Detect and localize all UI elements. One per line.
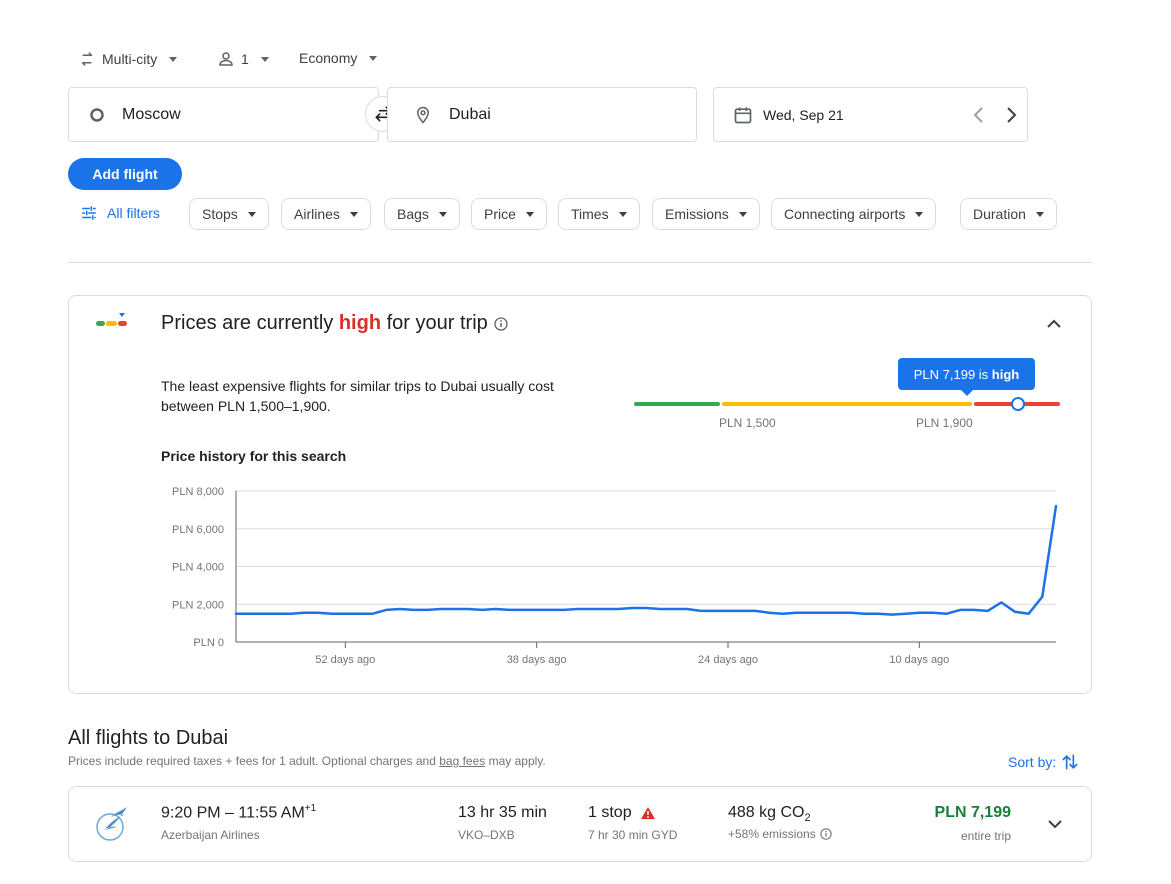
cabin-class-label: Economy — [299, 50, 358, 66]
x-tick-label: 24 days ago — [698, 654, 758, 666]
chevron-down-icon — [247, 211, 256, 217]
chevron-down-icon — [260, 56, 269, 62]
filter-chip-price[interactable]: Price — [471, 198, 547, 230]
price-insight-card: Prices are currently high for your trip … — [68, 295, 1092, 694]
bag-fees-link[interactable]: bag fees — [439, 754, 485, 768]
flight-emissions: 488 kg CO2 — [728, 804, 811, 824]
filter-chip-airlines[interactable]: Airlines — [281, 198, 371, 230]
price-history-chart: PLN 8,000 PLN 6,000 PLN 4,000 PLN 2,000 PLN … — [172, 486, 1058, 666]
x-tick-label: 52 days ago — [315, 654, 375, 666]
subtext-suffix: may apply. — [485, 754, 546, 768]
departure-date-value: Wed, Sep 21 — [763, 106, 844, 123]
sort-button[interactable]: Sort by: — [1008, 752, 1080, 772]
next-date-button[interactable] — [1004, 104, 1018, 129]
location-pin-icon — [416, 106, 430, 124]
filter-chip-emissions[interactable]: Emissions — [652, 198, 760, 230]
chevron-down-icon — [915, 211, 924, 217]
all-filters-button[interactable]: All filters — [80, 204, 160, 222]
all-filters-label: All filters — [107, 205, 160, 221]
add-flight-button[interactable]: Add flight — [68, 158, 182, 190]
calendar-icon — [734, 107, 752, 123]
y-tick-label: PLN 4,000 — [172, 562, 224, 574]
x-tick-label: 38 days ago — [507, 654, 567, 666]
flight-result-row[interactable]: 9:20 PM – 11:55 AM+1 Azerbaijan Airlines… — [68, 786, 1092, 862]
origin-circle-icon — [90, 107, 104, 122]
info-icon[interactable] — [820, 828, 832, 840]
flight-stops: 1 stop — [588, 804, 656, 822]
chip-label: Price — [484, 206, 516, 222]
passenger-selector[interactable]: 1 — [217, 50, 269, 68]
chip-label: Airlines — [294, 206, 340, 222]
origin-field[interactable]: Moscow — [68, 87, 379, 142]
y-tick-label: PLN 2,000 — [172, 599, 224, 611]
chevron-down-icon — [618, 211, 627, 217]
day-offset: +1 — [304, 803, 317, 814]
chip-label: Connecting airports — [784, 206, 906, 222]
filter-chip-connecting-airports[interactable]: Connecting airports — [771, 198, 937, 230]
warning-icon — [640, 807, 655, 819]
destination-field[interactable]: Dubai — [387, 87, 697, 142]
passenger-count: 1 — [241, 51, 249, 67]
results-heading: All flights to Dubai — [68, 727, 229, 749]
airline-name: Azerbaijan Airlines — [161, 828, 260, 842]
chevron-down-icon — [738, 211, 747, 217]
add-flight-label: Add flight — [92, 166, 158, 182]
filter-chip-stops[interactable]: Stops — [189, 198, 269, 230]
filter-chip-times[interactable]: Times — [558, 198, 640, 230]
tune-icon — [82, 206, 96, 220]
expand-chevron-down-icon[interactable] — [1047, 818, 1063, 830]
chevron-down-icon — [169, 56, 178, 62]
trip-type-selector[interactable]: Multi-city — [78, 50, 178, 68]
results-subtext: Prices include required taxes + fees for… — [68, 754, 546, 768]
sort-label: Sort by: — [1008, 754, 1057, 770]
chevron-right-icon — [1007, 107, 1017, 123]
swap-arrows-icon — [81, 52, 93, 66]
person-icon — [219, 52, 233, 66]
chevron-down-icon — [525, 211, 534, 217]
departure-date-field[interactable]: Wed, Sep 21 — [713, 87, 1028, 142]
subtext-prefix: Prices include required taxes + fees for… — [68, 754, 440, 768]
chevron-down-icon — [369, 55, 378, 61]
flight-price: PLN 7,199 — [934, 804, 1011, 821]
chip-label: Duration — [973, 206, 1026, 222]
filter-chip-duration[interactable]: Duration — [960, 198, 1057, 230]
previous-date-button[interactable] — [972, 104, 986, 129]
azerbaijan-airlines-logo — [96, 807, 127, 841]
flight-route: VKO–DXB — [458, 828, 515, 842]
flight-duration: 13 hr 35 min — [458, 804, 547, 821]
origin-value: Moscow — [122, 105, 181, 123]
layover-info: 7 hr 30 min GYD — [588, 828, 678, 842]
chip-label: Stops — [202, 206, 238, 222]
filter-chip-bags[interactable]: Bags — [384, 198, 460, 230]
y-tick-label: PLN 0 — [193, 637, 224, 649]
price-note: entire trip — [960, 829, 1011, 843]
destination-value: Dubai — [449, 105, 491, 123]
emissions-text: 488 kg CO — [728, 804, 805, 821]
chip-label: Bags — [397, 206, 429, 222]
chevron-left-icon — [973, 107, 983, 123]
chevron-down-icon — [349, 211, 358, 217]
x-tick-label: 10 days ago — [889, 654, 949, 666]
flight-times-text: 9:20 PM – 11:55 AM — [161, 804, 305, 822]
cabin-class-selector[interactable]: Economy — [299, 50, 378, 66]
y-tick-label: PLN 6,000 — [172, 524, 224, 536]
chevron-down-icon — [438, 211, 447, 217]
emissions-subscript: 2 — [804, 812, 811, 825]
y-tick-label: PLN 8,000 — [172, 486, 224, 498]
price-history-line — [234, 504, 1058, 616]
emissions-note: +58% emissions — [728, 827, 832, 841]
chevron-down-icon — [1035, 211, 1044, 217]
section-divider — [68, 262, 1092, 263]
emissions-note-text: +58% emissions — [728, 827, 816, 841]
chip-label: Emissions — [665, 206, 729, 222]
chip-label: Times — [571, 206, 609, 222]
flight-times: 9:20 PM – 11:55 AM+1 — [161, 803, 316, 822]
trip-type-label: Multi-city — [102, 51, 158, 67]
stops-text: 1 stop — [588, 804, 632, 821]
sort-arrows-icon — [1062, 754, 1078, 770]
